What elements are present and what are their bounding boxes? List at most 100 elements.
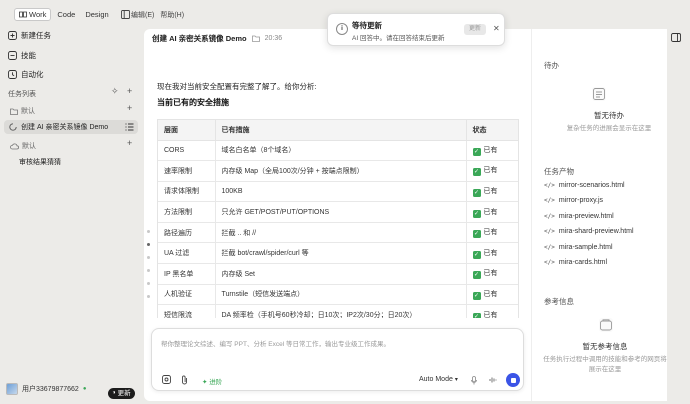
status-label: 已有 — [483, 187, 498, 195]
assistant-intro: 现在我对当前安全配置有完整了解了。给你分析: — [157, 82, 317, 91]
cell-layer: 请求体限制 — [158, 181, 216, 203]
task-list-heading: 任务列表 — [8, 91, 36, 98]
mode-work[interactable]: Work — [14, 8, 52, 21]
todo-heading: 待办 — [544, 61, 559, 70]
mode-select[interactable]: Auto Mode ▾ — [419, 376, 458, 383]
artifact-item[interactable]: </> mira-preview.html — [544, 213, 614, 220]
upgrade-label: 更新 — [117, 390, 131, 397]
folder-2-add-icon[interactable]: + — [127, 138, 132, 148]
nav-dot-active[interactable] — [147, 243, 150, 246]
folder-1-add-icon[interactable]: + — [127, 103, 132, 113]
status-label: 已有 — [483, 208, 498, 216]
voice-wave-icon[interactable] — [489, 376, 497, 384]
composer-input[interactable]: 帮你整理论文综述、编写 PPT、分析 Excel 等日常工作，输出专业级工作成果… — [161, 338, 390, 348]
nav-dot[interactable] — [147, 269, 150, 272]
nav-skills[interactable]: 技能 — [8, 50, 36, 61]
task-item-review[interactable]: 审核结果猜猜 — [19, 157, 61, 167]
microphone-icon[interactable] — [471, 376, 477, 385]
menu-help[interactable]: 帮助(H) — [160, 10, 184, 20]
toggle-icon: ◑ — [112, 390, 116, 396]
mode-design[interactable]: Design — [81, 8, 112, 21]
status-label: 已有 — [483, 290, 498, 298]
cell-measure: 内存级 Map（全局100次/分钟 + 按端点限制） — [215, 160, 467, 182]
screenshot-icon[interactable] — [162, 375, 171, 384]
cloud-icon — [10, 142, 19, 149]
task-item-review-label: 审核结果猜猜 — [19, 159, 61, 166]
artifact-name: mirror-proxy.js — [558, 197, 604, 205]
table-row: 路径遍历 拦截 .. 和 //✓ 已有 — [158, 222, 518, 244]
skills-icon — [8, 51, 17, 60]
loading-icon — [9, 123, 17, 131]
check-icon: ✓ — [472, 312, 481, 318]
mode-code[interactable]: Code — [53, 8, 79, 21]
status-label: 已有 — [483, 167, 498, 175]
user-profile[interactable]: 用户33679877662 ● — [6, 383, 86, 395]
artifact-item[interactable]: </> mirror-proxy.js — [544, 197, 603, 204]
info-icon: ⅱ — [336, 23, 348, 35]
nav-dot[interactable] — [147, 282, 150, 285]
send-button[interactable] — [506, 373, 520, 387]
check-icon: ✓ — [472, 168, 481, 177]
toast-title: 等待更新 — [352, 21, 382, 30]
sidebar-toggle-icon[interactable] — [120, 10, 130, 19]
artifact-item[interactable]: </> mira-shard-preview.html — [544, 228, 634, 235]
artifact-item[interactable]: </> mira-sample.html — [544, 244, 613, 251]
folder-icon — [10, 108, 18, 115]
task-list-icon[interactable] — [125, 123, 134, 131]
cell-layer: 短信限流 — [158, 304, 216, 318]
cell-layer: CORS — [158, 140, 216, 162]
clock-icon — [8, 70, 17, 79]
nav-dot[interactable] — [147, 256, 150, 259]
cell-measure: DA 频率检（手机号60秒冷却；日10次；IP2次/30分；日20次） — [215, 304, 467, 318]
nav-dot[interactable] — [147, 230, 150, 233]
status-label: 已有 — [483, 249, 498, 257]
refs-empty-title: 暂无参考信息 — [582, 342, 628, 351]
table-row: 请求体限制 100KB ✓ 已有 — [158, 181, 518, 203]
table-row: 速率限制 内存级 Map（全局100次/分钟 + 按端点限制） ✓ 已有 — [158, 160, 518, 182]
nav-new-task[interactable]: 新建任务 — [8, 30, 51, 41]
new-task-icon — [8, 31, 17, 40]
cell-layer: 人机验证 — [158, 284, 216, 306]
table-row: 短信限流 DA 频率检（手机号60秒冷却；日10次；IP2次/30分；日20次） ✓… — [158, 304, 518, 318]
task-item-active[interactable]: 创建 AI 亲密关系镜像 Demo — [4, 120, 138, 134]
sparkle-icon[interactable]: ✧ — [111, 86, 119, 97]
user-name: 用户33679877662 — [22, 386, 79, 393]
cell-layer: 方法限制 — [158, 201, 216, 223]
composer[interactable]: 帮你整理论文综述、编写 PPT、分析 Excel 等日常工作，输出专业级工作成果… — [151, 328, 524, 391]
artifact-item[interactable]: </> mira-cards.html — [544, 259, 607, 266]
table-row: 方法限制 只允许 GET/POST/PUT/OPTIONS ✓ 已有 — [158, 201, 518, 223]
upgrade-button[interactable]: ◑ 更新 — [108, 388, 135, 399]
menu-edit[interactable]: 编辑(E) — [131, 10, 154, 20]
close-icon[interactable]: ✕ — [493, 24, 500, 33]
panel-toggle-icon[interactable] — [671, 33, 681, 42]
task-header: 创建 AI 亲密关系镜像 Demo 20:36 — [152, 33, 282, 44]
mode-switcher: Work Code Design — [14, 8, 130, 21]
artifact-item[interactable]: </> mirror-scenarios.html — [544, 182, 625, 189]
nav-new-task-label: 新建任务 — [21, 31, 51, 40]
update-toast: ⅱ 等待更新 AI 回答中。请在回答结束后更新 更新 ✕ — [327, 13, 505, 46]
check-icon: ✓ — [472, 230, 481, 239]
folder-default-1[interactable]: 默认 — [10, 106, 35, 116]
table-row: IP 黑名单 内存级 Set ✓ 已有 — [158, 263, 518, 285]
check-icon: ✓ — [472, 147, 481, 156]
folder-default-2[interactable]: 默认 — [10, 141, 36, 151]
check-icon: ✓ — [472, 250, 481, 259]
nav-automation[interactable]: 自动化 — [8, 69, 44, 80]
skills-chip[interactable]: ✦ 进阶 — [202, 376, 222, 386]
toast-update-button[interactable]: 更新 — [464, 24, 486, 35]
artifact-name: mira-preview.html — [558, 212, 614, 220]
verified-badge-icon: ● — [82, 386, 87, 392]
table-row: CORS 域名白名单（8个域名） ✓ 已有 — [158, 140, 518, 162]
cell-status: ✓ 已有 — [466, 222, 518, 244]
add-task-icon[interactable]: + — [127, 86, 132, 96]
cell-layer: UA 过滤 — [158, 242, 216, 265]
attach-icon[interactable] — [181, 375, 188, 385]
nav-dot[interactable] — [147, 295, 150, 298]
status-label: 已有 — [483, 146, 498, 154]
artifact-name: mirror-scenarios.html — [558, 182, 625, 189]
code-file-icon: </> — [544, 212, 555, 220]
nav-skills-label: 技能 — [21, 51, 36, 60]
avatar — [6, 383, 18, 395]
nav-automation-label: 自动化 — [21, 70, 44, 79]
cell-layer: IP 黑名单 — [158, 263, 216, 285]
